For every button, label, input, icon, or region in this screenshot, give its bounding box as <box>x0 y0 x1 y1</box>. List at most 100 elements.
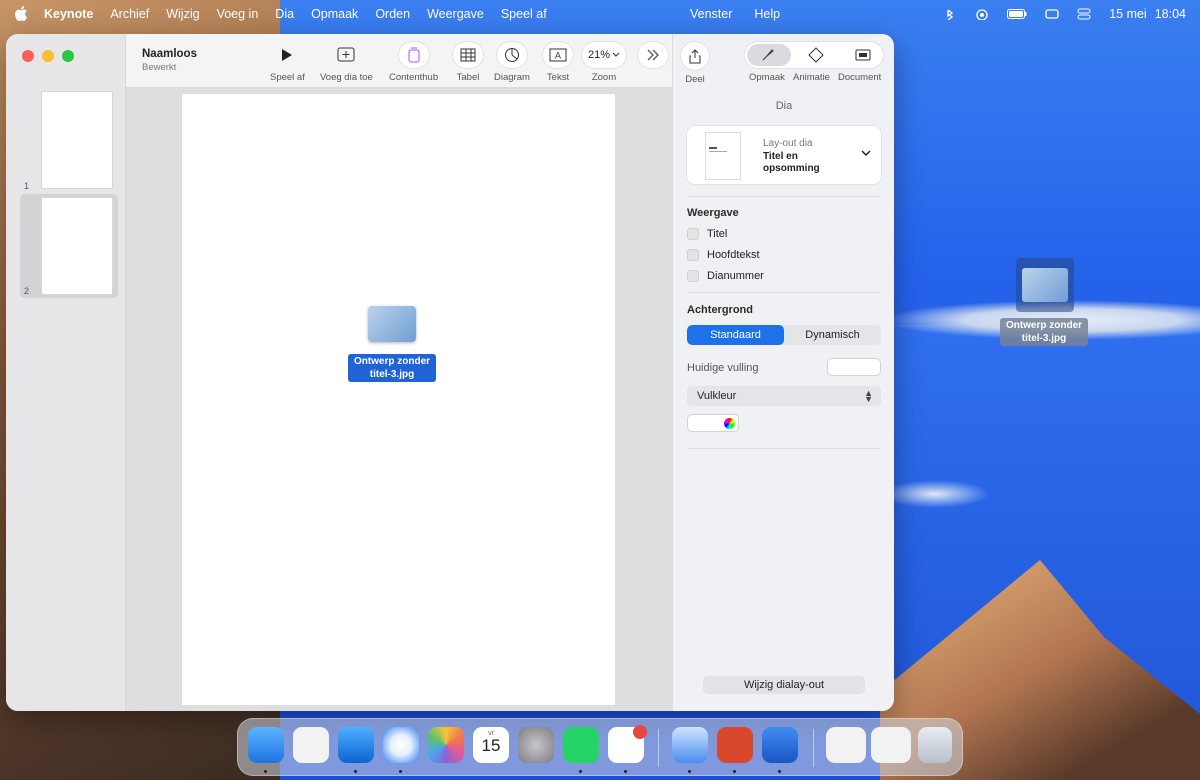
svg-text:A: A <box>555 52 562 62</box>
current-fill-swatch[interactable] <box>827 358 881 376</box>
menu-venster[interactable]: Venster <box>690 7 732 21</box>
dragged-file-label: Ontwerp zonder titel-3.jpg <box>348 354 436 382</box>
inspector-panel: Deel Opmaak Animatie Document Dia Lay-ou… <box>672 34 894 711</box>
apple-icon[interactable] <box>14 6 28 21</box>
contenthub-button[interactable]: Contenthub <box>389 42 438 83</box>
checkbox-title[interactable]: Titel <box>687 228 727 240</box>
bluetooth-icon[interactable] <box>943 8 957 20</box>
checkbox-slide-number[interactable]: Dianummer <box>687 270 764 282</box>
slide-thumbnail-2[interactable]: 2 <box>20 194 118 298</box>
notification-badge <box>633 725 647 739</box>
powerpoint-icon[interactable] <box>717 727 753 763</box>
format-brush-icon[interactable] <box>761 48 775 62</box>
slide-number: 2 <box>24 286 30 296</box>
fullscreen-button[interactable] <box>62 50 74 62</box>
layout-thumbnail <box>705 132 741 180</box>
inspector-section-title: Dia <box>775 100 793 112</box>
chart-icon <box>504 48 519 62</box>
desktop-file-label[interactable]: Ontwerp zonder titel-3.jpg <box>1000 318 1088 346</box>
checkbox[interactable] <box>687 249 699 261</box>
airdrop-icon[interactable] <box>975 8 989 20</box>
checkbox-label: Titel <box>707 228 728 240</box>
table-icon <box>460 48 476 62</box>
battery-icon[interactable] <box>1007 8 1027 19</box>
checkbox-label: Dianummer <box>707 270 764 282</box>
layout-caption: Lay-out dia <box>763 138 813 149</box>
more-tools-button[interactable] <box>638 42 668 68</box>
finder-icon[interactable] <box>248 727 284 763</box>
assistant-icon[interactable] <box>672 727 708 763</box>
whatsapp-icon[interactable] <box>563 727 599 763</box>
table-button[interactable]: Tabel <box>453 42 483 83</box>
calendar-day: 15 <box>481 736 501 755</box>
menu-app-keynote[interactable]: Keynote <box>44 7 93 21</box>
share-button[interactable]: Deel <box>681 42 709 85</box>
divider <box>687 196 881 197</box>
menu-wijzig[interactable]: Wijzig <box>166 7 199 21</box>
menu-opmaak[interactable]: Opmaak <box>311 7 358 21</box>
menu-archief[interactable]: Archief <box>110 7 149 21</box>
share-icon <box>689 48 701 63</box>
checkbox-body[interactable]: Hoofdtekst <box>687 249 760 261</box>
tab-document[interactable]: Document <box>838 72 881 83</box>
keynote-icon[interactable] <box>762 727 798 763</box>
segment-dynamic[interactable]: Dynamisch <box>784 325 881 345</box>
slide-preview <box>41 197 113 295</box>
segment-standard[interactable]: Standaard <box>687 325 784 345</box>
play-icon <box>282 49 293 61</box>
play-button[interactable]: Speel af <box>270 42 305 83</box>
keynote-window: 1 2 Naamloos Bewerkt Speel af Voeg dia t… <box>6 34 894 711</box>
chart-button[interactable]: Diagram <box>494 42 530 83</box>
recent-document-icon[interactable] <box>871 727 911 763</box>
menu-orden[interactable]: Orden <box>375 7 410 21</box>
clock-time[interactable]: 18:04 <box>1155 7 1186 21</box>
divider <box>687 292 881 293</box>
control-center-icon[interactable] <box>1077 8 1091 20</box>
text-button[interactable]: A Tekst <box>543 42 573 83</box>
checkbox[interactable] <box>687 270 699 282</box>
color-well[interactable] <box>687 414 739 432</box>
tab-format[interactable]: Opmaak <box>749 72 785 83</box>
desktop-file-icon[interactable] <box>1016 258 1074 312</box>
fill-type-select[interactable]: Vulkleur ▲ ▼ <box>687 386 881 406</box>
outlook-icon[interactable] <box>338 727 374 763</box>
slide-layout-selector[interactable]: Lay-out dia Titel en opsomming <box>687 126 881 184</box>
animate-diamond-icon[interactable] <box>807 47 825 63</box>
clock-date[interactable]: 15 mei <box>1109 7 1147 21</box>
image-file-icon[interactable] <box>368 306 416 342</box>
chevron-double-right-icon <box>647 49 659 61</box>
menu-speel-af[interactable]: Speel af <box>501 7 547 21</box>
tab-animate[interactable]: Animatie <box>793 72 830 83</box>
close-button[interactable] <box>22 50 34 62</box>
zoom-value: 21% <box>587 49 611 61</box>
zoom-control[interactable]: 21% Zoom <box>582 42 626 83</box>
screen-mirroring-icon[interactable] <box>1045 8 1059 20</box>
system-settings-icon[interactable] <box>518 727 554 763</box>
add-slide-icon <box>337 47 355 62</box>
menu-voeg-in[interactable]: Voeg in <box>217 7 259 21</box>
safari-icon[interactable] <box>383 727 419 763</box>
current-slide[interactable]: Ontwerp zonder titel-3.jpg <box>182 94 615 705</box>
color-wheel-icon[interactable] <box>724 418 735 429</box>
inspector-tabs <box>745 42 883 68</box>
layout-name: Titel en opsomming <box>763 151 820 174</box>
view-heading: Weergave <box>687 207 739 219</box>
trash-icon[interactable] <box>918 727 952 763</box>
text-icon: A <box>549 48 567 62</box>
menu-dia[interactable]: Dia <box>275 7 294 21</box>
checkbox[interactable] <box>687 228 699 240</box>
recent-document-icon[interactable] <box>826 727 866 763</box>
photos-icon[interactable] <box>428 727 464 763</box>
edit-slide-layout-button[interactable]: Wijzig dialay-out <box>703 676 865 694</box>
checkbox-label: Hoofdtekst <box>707 249 760 261</box>
menu-help[interactable]: Help <box>754 7 780 21</box>
document-icon[interactable] <box>855 49 871 61</box>
slide-thumbnail-1[interactable]: 1 <box>20 89 118 193</box>
minimize-button[interactable] <box>42 50 54 62</box>
launchpad-icon[interactable] <box>293 727 329 763</box>
calendar-icon[interactable]: vr 15 <box>473 727 509 763</box>
menu-weergave[interactable]: Weergave <box>427 7 484 21</box>
add-slide-button[interactable]: Voeg dia toe <box>320 42 373 83</box>
chevron-down-icon <box>861 150 871 157</box>
menu-bar: Keynote Archief Wijzig Voeg in Dia Opmaa… <box>0 0 1200 27</box>
